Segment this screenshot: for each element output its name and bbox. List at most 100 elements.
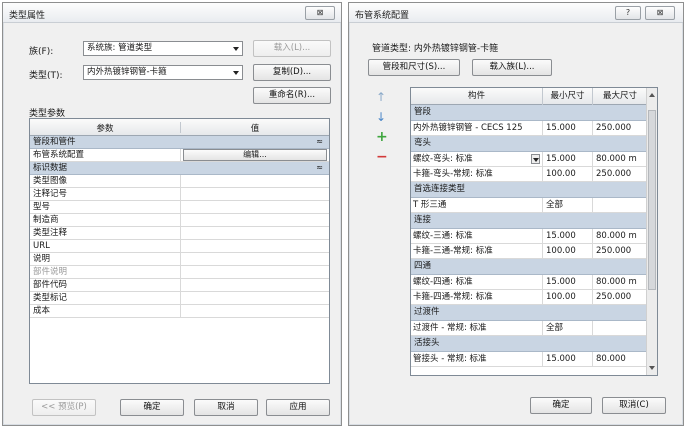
rename-button[interactable]: 重命名(R)...: [253, 87, 331, 104]
column-header-param: 参数: [30, 122, 181, 134]
type-select-value: 内外热镀锌钢管-卡箍: [87, 67, 167, 77]
component-cell: 内外热镀锌钢管 - CECS 125: [411, 121, 543, 135]
section-header: 管段: [411, 105, 657, 121]
preview-button[interactable]: << 预览(P): [32, 399, 96, 416]
component-cell: 螺纹-四通: 标准: [411, 275, 543, 289]
param-value[interactable]: [181, 305, 329, 317]
table-row[interactable]: 管接头 - 常规: 标准 15.000 80.000: [411, 352, 657, 367]
param-name: 类型注释: [30, 227, 181, 239]
param-name: 型号: [30, 201, 181, 213]
min-size-cell: 100.00: [543, 290, 593, 304]
component-cell: 螺纹-弯头: 标准: [413, 154, 473, 164]
table-row[interactable]: 型号: [30, 201, 329, 214]
routing-table: 构件 最小尺寸 最大尺寸 管段 内外热镀锌钢管 - CECS 125 15.00…: [410, 87, 658, 376]
collapse-icon[interactable]: ≈: [316, 136, 323, 148]
max-size-cell: 250.000: [596, 123, 632, 133]
param-name: 类型标记: [30, 292, 181, 304]
max-size-cell: 250.000: [596, 246, 632, 256]
param-name: URL: [30, 240, 181, 252]
param-value[interactable]: [181, 175, 329, 187]
ok-button[interactable]: 确定: [120, 399, 184, 416]
load-family-button[interactable]: 载入族(L)...: [472, 59, 552, 76]
component-cell: 卡箍-弯头-常规: 标准: [411, 167, 543, 181]
column-header-max: 最大尺寸: [593, 88, 648, 105]
param-value[interactable]: [181, 240, 329, 252]
table-row[interactable]: 螺纹-四通: 标准 15.000 80.000 m: [411, 275, 657, 290]
table-row[interactable]: 内外热镀锌钢管 - CECS 125 15.000 250.000: [411, 121, 657, 136]
max-size-cell: 80.000 m: [596, 277, 637, 287]
type-select[interactable]: 内外热镀锌钢管-卡箍: [83, 65, 243, 80]
section-header: 四通: [411, 259, 657, 275]
cancel-button[interactable]: 取消(C): [602, 397, 666, 414]
dialog-title: 布管系统配置: [355, 11, 410, 21]
column-header-value: 值: [250, 124, 260, 134]
dropdown-arrow-icon[interactable]: [531, 154, 540, 164]
table-row[interactable]: 过渡件 - 常规: 标准 全部: [411, 321, 657, 336]
section-header: 弯头: [411, 136, 657, 152]
cancel-button[interactable]: 取消: [194, 399, 258, 416]
param-value[interactable]: [181, 201, 329, 213]
scrollbar-thumb[interactable]: [648, 110, 656, 290]
type-parameters-table: 参数 值 管段和管件 ≈ 布管系统配置 编辑... 标识数据 ≈ 类型图像 注释…: [29, 118, 330, 384]
scroll-up-icon[interactable]: [649, 93, 655, 97]
param-value[interactable]: [181, 227, 329, 239]
table-row[interactable]: 螺纹-三通: 标准 15.000 80.000 m: [411, 229, 657, 244]
param-value: [181, 266, 329, 278]
table-header: 参数 值: [30, 119, 329, 136]
pipe-type-label: 管道类型: 内外热镀锌钢管-卡箍: [372, 44, 499, 54]
param-name: 部件说明: [30, 266, 181, 278]
param-value[interactable]: [181, 188, 329, 200]
collapse-icon[interactable]: ≈: [316, 162, 323, 174]
table-row: 部件说明: [30, 266, 329, 279]
table-row[interactable]: 说明: [30, 253, 329, 266]
remove-row-icon[interactable]: −: [376, 150, 388, 164]
table-row[interactable]: URL: [30, 240, 329, 253]
group-header[interactable]: 管段和管件 ≈: [30, 136, 329, 149]
add-row-icon[interactable]: +: [376, 130, 388, 144]
table-row[interactable]: 类型标记: [30, 292, 329, 305]
min-size-cell: 100.00: [543, 244, 593, 258]
move-up-icon[interactable]: ↑: [376, 91, 386, 103]
component-cell: 管接头 - 常规: 标准: [411, 352, 543, 366]
edit-button[interactable]: 编辑...: [183, 149, 327, 161]
duplicate-button[interactable]: 复制(D)...: [253, 64, 331, 81]
apply-button[interactable]: 应用: [266, 399, 330, 416]
table-row[interactable]: 卡箍-四通-常规: 标准 100.00 250.000: [411, 290, 657, 305]
table-row[interactable]: 注释记号: [30, 188, 329, 201]
close-button[interactable]: ⊠: [645, 6, 675, 20]
table-row[interactable]: 类型注释: [30, 227, 329, 240]
move-down-icon[interactable]: ↓: [376, 111, 386, 123]
table-row[interactable]: 部件代码: [30, 279, 329, 292]
component-cell: 螺纹-三通: 标准: [411, 229, 543, 243]
max-size-cell: 250.000: [596, 169, 632, 179]
table-row[interactable]: T 形三通 全部: [411, 198, 657, 213]
table-row[interactable]: 卡箍-三通-常规: 标准 100.00 250.000: [411, 244, 657, 259]
table-row[interactable]: 成本: [30, 305, 329, 318]
ok-button[interactable]: 确定: [530, 397, 592, 414]
family-select[interactable]: 系统族: 管道类型: [83, 41, 243, 56]
chevron-down-icon: [233, 71, 239, 75]
vertical-scrollbar[interactable]: [646, 88, 657, 375]
param-value[interactable]: [181, 253, 329, 265]
close-button[interactable]: ⊠: [305, 6, 335, 20]
min-size-cell: 100.00: [543, 167, 593, 181]
table-row[interactable]: 卡箍-弯头-常规: 标准 100.00 250.000: [411, 167, 657, 182]
segments-and-sizes-button[interactable]: 管段和尺寸(S)...: [368, 59, 460, 76]
scroll-down-icon[interactable]: [649, 366, 655, 370]
load-button[interactable]: 载入(L)...: [253, 40, 331, 57]
table-row[interactable]: 螺纹-弯头: 标准 15.000 80.000 m: [411, 152, 657, 167]
max-size-cell: [593, 321, 648, 335]
help-button[interactable]: ?: [615, 6, 641, 20]
group-header[interactable]: 标识数据 ≈: [30, 162, 329, 175]
dialog-title: 类型属性: [9, 11, 46, 21]
table-row[interactable]: 制造商: [30, 214, 329, 227]
table-row[interactable]: 类型图像: [30, 175, 329, 188]
param-value[interactable]: [181, 279, 329, 291]
min-size-cell: 15.000: [543, 121, 593, 135]
group-label: 管段和管件: [33, 137, 76, 147]
param-value[interactable]: [181, 292, 329, 304]
max-size-cell: 250.000: [596, 292, 632, 302]
param-name: 制造商: [30, 214, 181, 226]
param-value[interactable]: [181, 214, 329, 226]
section-header: 过渡件: [411, 305, 657, 321]
